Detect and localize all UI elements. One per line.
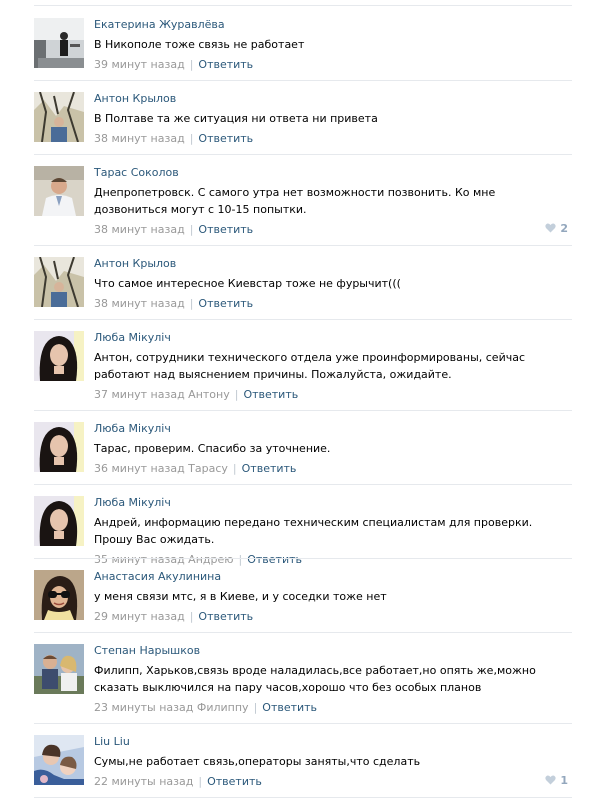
comment-author[interactable]: Тарас Соколов [94,166,574,180]
comment-time[interactable]: 38 минут назад [94,132,185,145]
comment-text: Антон, сотрудники технического отдела уж… [94,351,526,381]
comment-text: у меня связи мтс, я в Киеве, и у соседки… [94,590,387,603]
separator: | [238,553,243,566]
avatar[interactable] [34,166,84,216]
avatar[interactable] [34,18,84,68]
comment-time[interactable]: 37 минут назад Антону [94,388,230,401]
reply-button[interactable]: Ответить [262,701,317,714]
comment-text: В Никополе тоже связь не работает [94,38,305,51]
comment-text: Днепропетровск. С самого утра нет возмож… [94,186,496,216]
comment-time[interactable]: 38 минут назад [94,297,185,310]
comment-author[interactable]: Люба Мікуліч [94,331,574,345]
comment-time[interactable]: 35 минут назад Андрею [94,553,234,566]
separator: | [232,462,237,475]
comment-item: Люба Мікуліч Андрей, информацию передано… [0,496,602,566]
reply-button[interactable]: Ответить [207,775,262,788]
divider [34,319,572,320]
comment-item: Антон Крылов Что самое интересное Киевст… [0,257,602,320]
reply-button[interactable]: Ответить [247,553,302,566]
comment-text: Что самое интересное Киевстар тоже не фу… [94,277,401,290]
like-count: 2 [560,222,568,235]
separator: | [189,297,194,310]
comment-time[interactable]: 38 минут назад [94,223,185,236]
comment-time[interactable]: 36 минут назад Тарасу [94,462,228,475]
separator: | [253,701,258,714]
comment-item: Люба Мікуліч Антон, сотрудники техническ… [0,331,602,411]
comment-time[interactable]: 29 минут назад [94,610,185,623]
avatar[interactable] [34,735,84,785]
reply-button[interactable]: Ответить [198,297,253,310]
comment-text: Филипп, Харьков,связь вроде наладилась,в… [94,664,536,694]
divider [34,154,572,155]
like-button[interactable]: 1 [545,774,568,787]
avatar[interactable] [34,570,84,620]
comment-text: В Полтаве та же ситуация ни ответа ни пр… [94,112,378,125]
separator: | [189,610,194,623]
comment-item: Тарас Соколов Днепропетровск. С самого у… [0,166,602,246]
heart-icon [545,775,556,785]
heart-icon [545,223,556,233]
reply-button[interactable]: Ответить [243,388,298,401]
separator: | [189,223,194,236]
divider [34,723,572,724]
comment-time[interactable]: 39 минут назад [94,58,185,71]
avatar[interactable] [34,644,84,694]
separator: | [189,132,194,145]
comment-author[interactable]: Люба Мікуліч [94,422,574,436]
avatar[interactable] [34,92,84,142]
divider [34,797,572,798]
comment-item: Екатерина Журавлёва В Никополе тоже связ… [0,18,602,81]
like-count: 1 [560,774,568,787]
divider [34,245,572,246]
avatar[interactable] [34,496,84,546]
like-button[interactable]: 2 [545,222,568,235]
comment-item: Анастасия Акулинина у меня связи мтс, я … [0,570,602,633]
reply-button[interactable]: Ответить [242,462,297,475]
comment-author[interactable]: Анастасия Акулинина [94,570,574,584]
reply-button[interactable]: Ответить [198,610,253,623]
comment-author[interactable]: Екатерина Журавлёва [94,18,574,32]
divider [34,558,572,559]
avatar[interactable] [34,331,84,381]
separator: | [189,58,194,71]
divider [34,484,572,485]
comment-text: Тарас, проверим. Спасибо за уточнение. [94,442,331,455]
divider [34,5,572,6]
separator: | [234,388,239,401]
avatar[interactable] [34,422,84,472]
comment-author[interactable]: Liu Liu [94,735,574,749]
comment-time[interactable]: 22 минуты назад [94,775,193,788]
divider [34,410,572,411]
comment-item: Антон Крылов В Полтаве та же ситуация ни… [0,92,602,155]
comment-time[interactable]: 23 минуты назад Филиппу [94,701,249,714]
comment-item: Люба Мікуліч Тарас, проверим. Спасибо за… [0,422,602,485]
reply-button[interactable]: Ответить [198,58,253,71]
comment-text: Сумы,не работает связь,операторы заняты,… [94,755,421,768]
avatar[interactable] [34,257,84,307]
comment-text: Андрей, информацию передано техническим … [94,516,533,546]
comment-item: Liu Liu Сумы,не работает связь,операторы… [0,735,602,798]
comment-author[interactable]: Люба Мікуліч [94,496,574,510]
reply-button[interactable]: Ответить [198,223,253,236]
comment-author[interactable]: Антон Крылов [94,92,574,106]
separator: | [198,775,203,788]
divider [34,632,572,633]
comment-author[interactable]: Степан Нарышков [94,644,574,658]
divider [34,80,572,81]
comment-author[interactable]: Антон Крылов [94,257,574,271]
comment-item: Степан Нарышков Филипп, Харьков,связь вр… [0,644,602,724]
reply-button[interactable]: Ответить [198,132,253,145]
